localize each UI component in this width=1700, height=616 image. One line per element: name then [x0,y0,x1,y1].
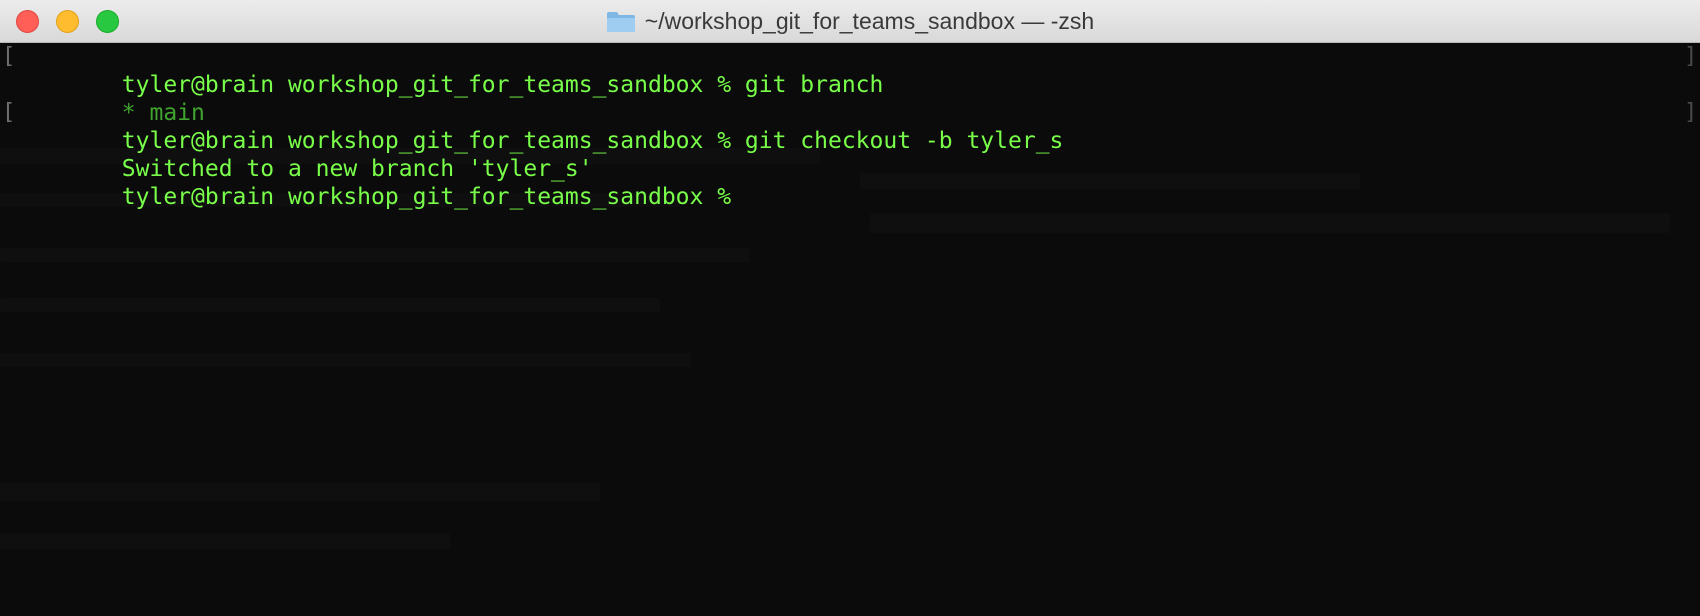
folder-icon [606,11,636,33]
terminal-line: [tyler@brain workshop_git_for_teams_sand… [2,99,1700,154]
mark-bracket-right: ] [1684,100,1698,125]
terminal-line: tyler@brain workshop_git_for_teams_sandb… [11,155,1700,210]
terminal-line: Switched to a new branch 'tyler_s' [11,127,1700,182]
window-title: ~/workshop_git_for_teams_sandbox — -zsh [644,8,1095,34]
terminal-line: [tyler@brain workshop_git_for_teams_sand… [2,43,1700,98]
terminal-window: ~/workshop_git_for_teams_sandbox — -zsh … [0,0,1700,616]
terminal-prompt: tyler@brain workshop_git_for_teams_sandb… [121,184,732,210]
mark-bracket-left: [ [2,100,16,125]
terminal-lines: [ tyler@brain workshop_git_for_teams_sand… [2,43,1700,210]
mark-bracket-right: ] [1684,44,1698,69]
terminal-line: * main [11,71,1700,126]
terminal-output[interactable]: [ tyler@brain workshop_git_for_teams_sand… [0,43,1700,616]
window-title-group: ~/workshop_git_for_teams_sandbox — -zsh [0,0,1700,43]
title-bar[interactable]: ~/workshop_git_for_teams_sandbox — -zsh [0,0,1700,43]
mark-bracket-left: [ [2,44,16,69]
